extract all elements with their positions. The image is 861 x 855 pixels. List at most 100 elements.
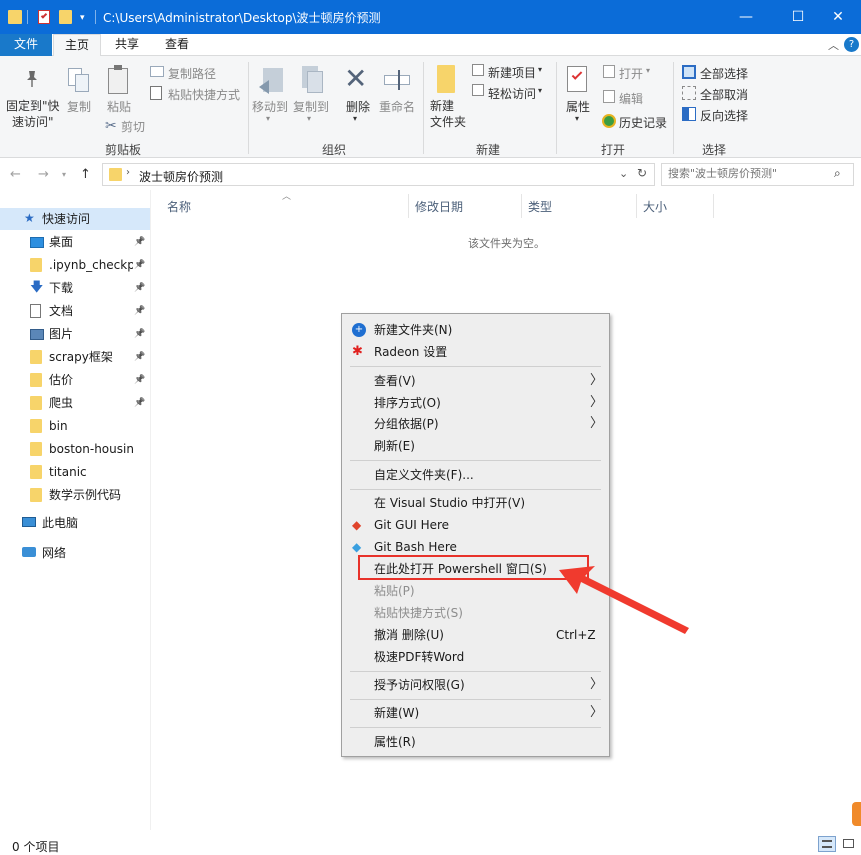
nav-item[interactable]: boston-housing <box>0 438 150 460</box>
nav-item[interactable]: 爬虫 📌 <box>0 392 150 414</box>
column-divider[interactable] <box>521 194 522 218</box>
new-folder-button[interactable]: 新建 文件夹 <box>430 98 466 130</box>
nav-network[interactable]: 网络 <box>0 542 150 564</box>
search-icon[interactable]: ⌕ <box>834 166 841 181</box>
pin-icon[interactable]: 📌 <box>134 392 145 414</box>
column-divider[interactable] <box>408 194 409 218</box>
address-bar[interactable]: › 波士顿房价预测 ⌄ ↻ <box>102 163 655 186</box>
column-divider[interactable] <box>636 194 637 218</box>
delete-button[interactable]: 删除 <box>346 98 370 115</box>
nav-item[interactable]: 桌面 📌 <box>0 231 150 253</box>
pin-icon[interactable]: 📌 <box>134 369 145 391</box>
up-arrow-icon[interactable]: ↑ <box>80 167 91 182</box>
open-arrow[interactable]: ▾ <box>646 66 650 75</box>
submenu-arrow-icon: 〉 <box>590 373 604 388</box>
menu-item-radeon[interactable]: ✱ Radeon 设置 <box>342 341 609 363</box>
forward-arrow-icon[interactable]: → <box>38 167 49 182</box>
copy-path-button[interactable]: 复制路径 <box>168 65 216 82</box>
breadcrumb[interactable]: 波士顿房价预测 <box>139 168 223 185</box>
rename-button[interactable]: 重命名 <box>379 98 415 115</box>
paste-button[interactable]: 粘贴 <box>107 98 131 115</box>
menu-label: Radeon 设置 <box>374 345 448 359</box>
download-icon: 🡇 <box>30 280 44 295</box>
pin-icon[interactable]: 📌 <box>134 254 145 276</box>
nav-item[interactable]: 估价 📌 <box>0 369 150 391</box>
column-header-name[interactable]: 名称 <box>167 198 191 215</box>
close-button[interactable]: ✕ <box>815 0 861 34</box>
menu-item-sort[interactable]: 排序方式(O) 〉 <box>342 392 609 414</box>
paste-shortcut-button[interactable]: 粘贴快捷方式 <box>168 86 240 103</box>
select-none-button[interactable]: 全部取消 <box>700 86 748 103</box>
nav-item[interactable]: 数学示例代码 <box>0 484 150 506</box>
cut-button[interactable]: 剪切 <box>121 118 145 135</box>
nav-item[interactable]: 文档 📌 <box>0 300 150 322</box>
menu-item-new-folder[interactable]: + 新建文件夹(N) <box>342 319 609 341</box>
address-dropdown-icon[interactable]: ⌄ <box>619 167 628 180</box>
menu-item-visual-studio[interactable]: 在 Visual Studio 中打开(V) <box>342 492 609 514</box>
search-input[interactable] <box>668 167 828 180</box>
column-header-modified[interactable]: 修改日期 <box>415 198 463 215</box>
search-box[interactable]: ⌕ <box>661 163 854 186</box>
history-button[interactable]: 历史记录 <box>619 114 667 131</box>
new-item-button[interactable]: 新建项目 <box>488 64 536 81</box>
select-all-button[interactable]: 全部选择 <box>700 65 748 82</box>
tab-view[interactable]: 查看 <box>156 34 198 56</box>
properties-quick-icon[interactable] <box>38 10 50 24</box>
nav-item[interactable]: 🡇 下载 📌 <box>0 277 150 299</box>
menu-item-view[interactable]: 查看(V) 〉 <box>342 370 609 392</box>
edit-button[interactable]: 编辑 <box>619 90 643 107</box>
column-header-size[interactable]: 大小 <box>643 198 667 215</box>
menu-item-grant-access[interactable]: 授予访问权限(G) 〉 <box>342 674 609 696</box>
move-to-button[interactable]: 移动到 <box>252 98 288 115</box>
copy-to-arrow[interactable]: ▾ <box>307 114 311 123</box>
properties-button[interactable]: 属性 <box>566 98 590 115</box>
details-view-button[interactable] <box>818 836 836 852</box>
new-folder-quick-icon[interactable] <box>59 10 72 24</box>
easy-access-arrow[interactable]: ▾ <box>538 86 542 95</box>
menu-item-properties[interactable]: 属性(R) <box>342 731 609 753</box>
open-button[interactable]: 打开 <box>619 65 643 82</box>
copy-to-button[interactable]: 复制到 <box>293 98 329 115</box>
nav-item[interactable]: titanic <box>0 461 150 483</box>
nav-item[interactable]: 图片 📌 <box>0 323 150 345</box>
tab-file[interactable]: 文件 <box>0 34 52 56</box>
new-item-arrow[interactable]: ▾ <box>538 65 542 74</box>
menu-item-group-by[interactable]: 分组依据(P) 〉 <box>342 413 609 435</box>
recent-locations-icon[interactable]: ▾ <box>62 170 66 179</box>
collapse-ribbon-icon[interactable]: ︿ <box>828 37 839 53</box>
pin-icon[interactable]: 📌 <box>134 323 145 345</box>
nav-this-pc[interactable]: 此电脑 <box>0 512 150 534</box>
refresh-icon[interactable]: ↻ <box>637 166 647 180</box>
menu-item-new[interactable]: 新建(W) 〉 <box>342 702 609 724</box>
pin-to-quick-access-button[interactable]: 固定到"快 速访问" <box>6 98 60 130</box>
pin-icon[interactable]: 📌 <box>134 231 145 253</box>
column-divider[interactable] <box>713 194 714 218</box>
large-icons-view-button[interactable] <box>840 836 858 852</box>
nav-item[interactable]: scrapy框架 📌 <box>0 346 150 368</box>
column-header-type[interactable]: 类型 <box>528 198 552 215</box>
tab-share[interactable]: 共享 <box>106 34 148 56</box>
invert-selection-button[interactable]: 反向选择 <box>700 107 748 124</box>
customize-quick-access-icon[interactable]: ▾ <box>80 13 85 23</box>
nav-quick-access[interactable]: ★ 快速访问 <box>0 208 150 230</box>
tab-home[interactable]: 主页 <box>53 34 101 57</box>
pin-icon[interactable]: 📌 <box>134 300 145 322</box>
pin-icon[interactable]: 📌 <box>134 277 145 299</box>
delete-arrow[interactable]: ▾ <box>353 114 357 123</box>
easy-access-button[interactable]: 轻松访问 <box>488 85 536 102</box>
nav-item[interactable]: .ipynb_checkpc 📌 <box>0 254 150 276</box>
menu-item-git-gui[interactable]: ◆ Git GUI Here <box>342 514 609 536</box>
copy-button[interactable]: 复制 <box>67 98 91 115</box>
help-icon[interactable]: ? <box>844 37 859 52</box>
nav-pane-divider[interactable] <box>150 190 151 830</box>
pin-icon[interactable]: 📌 <box>134 346 145 368</box>
nav-item[interactable]: bin <box>0 415 150 437</box>
move-to-arrow[interactable]: ▾ <box>266 114 270 123</box>
menu-item-customize[interactable]: 自定义文件夹(F)... <box>342 464 609 486</box>
menu-item-refresh[interactable]: 刷新(E) <box>342 435 609 457</box>
back-arrow-icon[interactable]: ← <box>10 167 21 182</box>
breadcrumb-chevron-icon[interactable]: › <box>126 167 130 178</box>
minimize-button[interactable]: — <box>723 0 769 34</box>
properties-arrow[interactable]: ▾ <box>575 114 579 123</box>
menu-item-pdf-to-word[interactable]: 极速PDF转Word <box>342 646 609 668</box>
